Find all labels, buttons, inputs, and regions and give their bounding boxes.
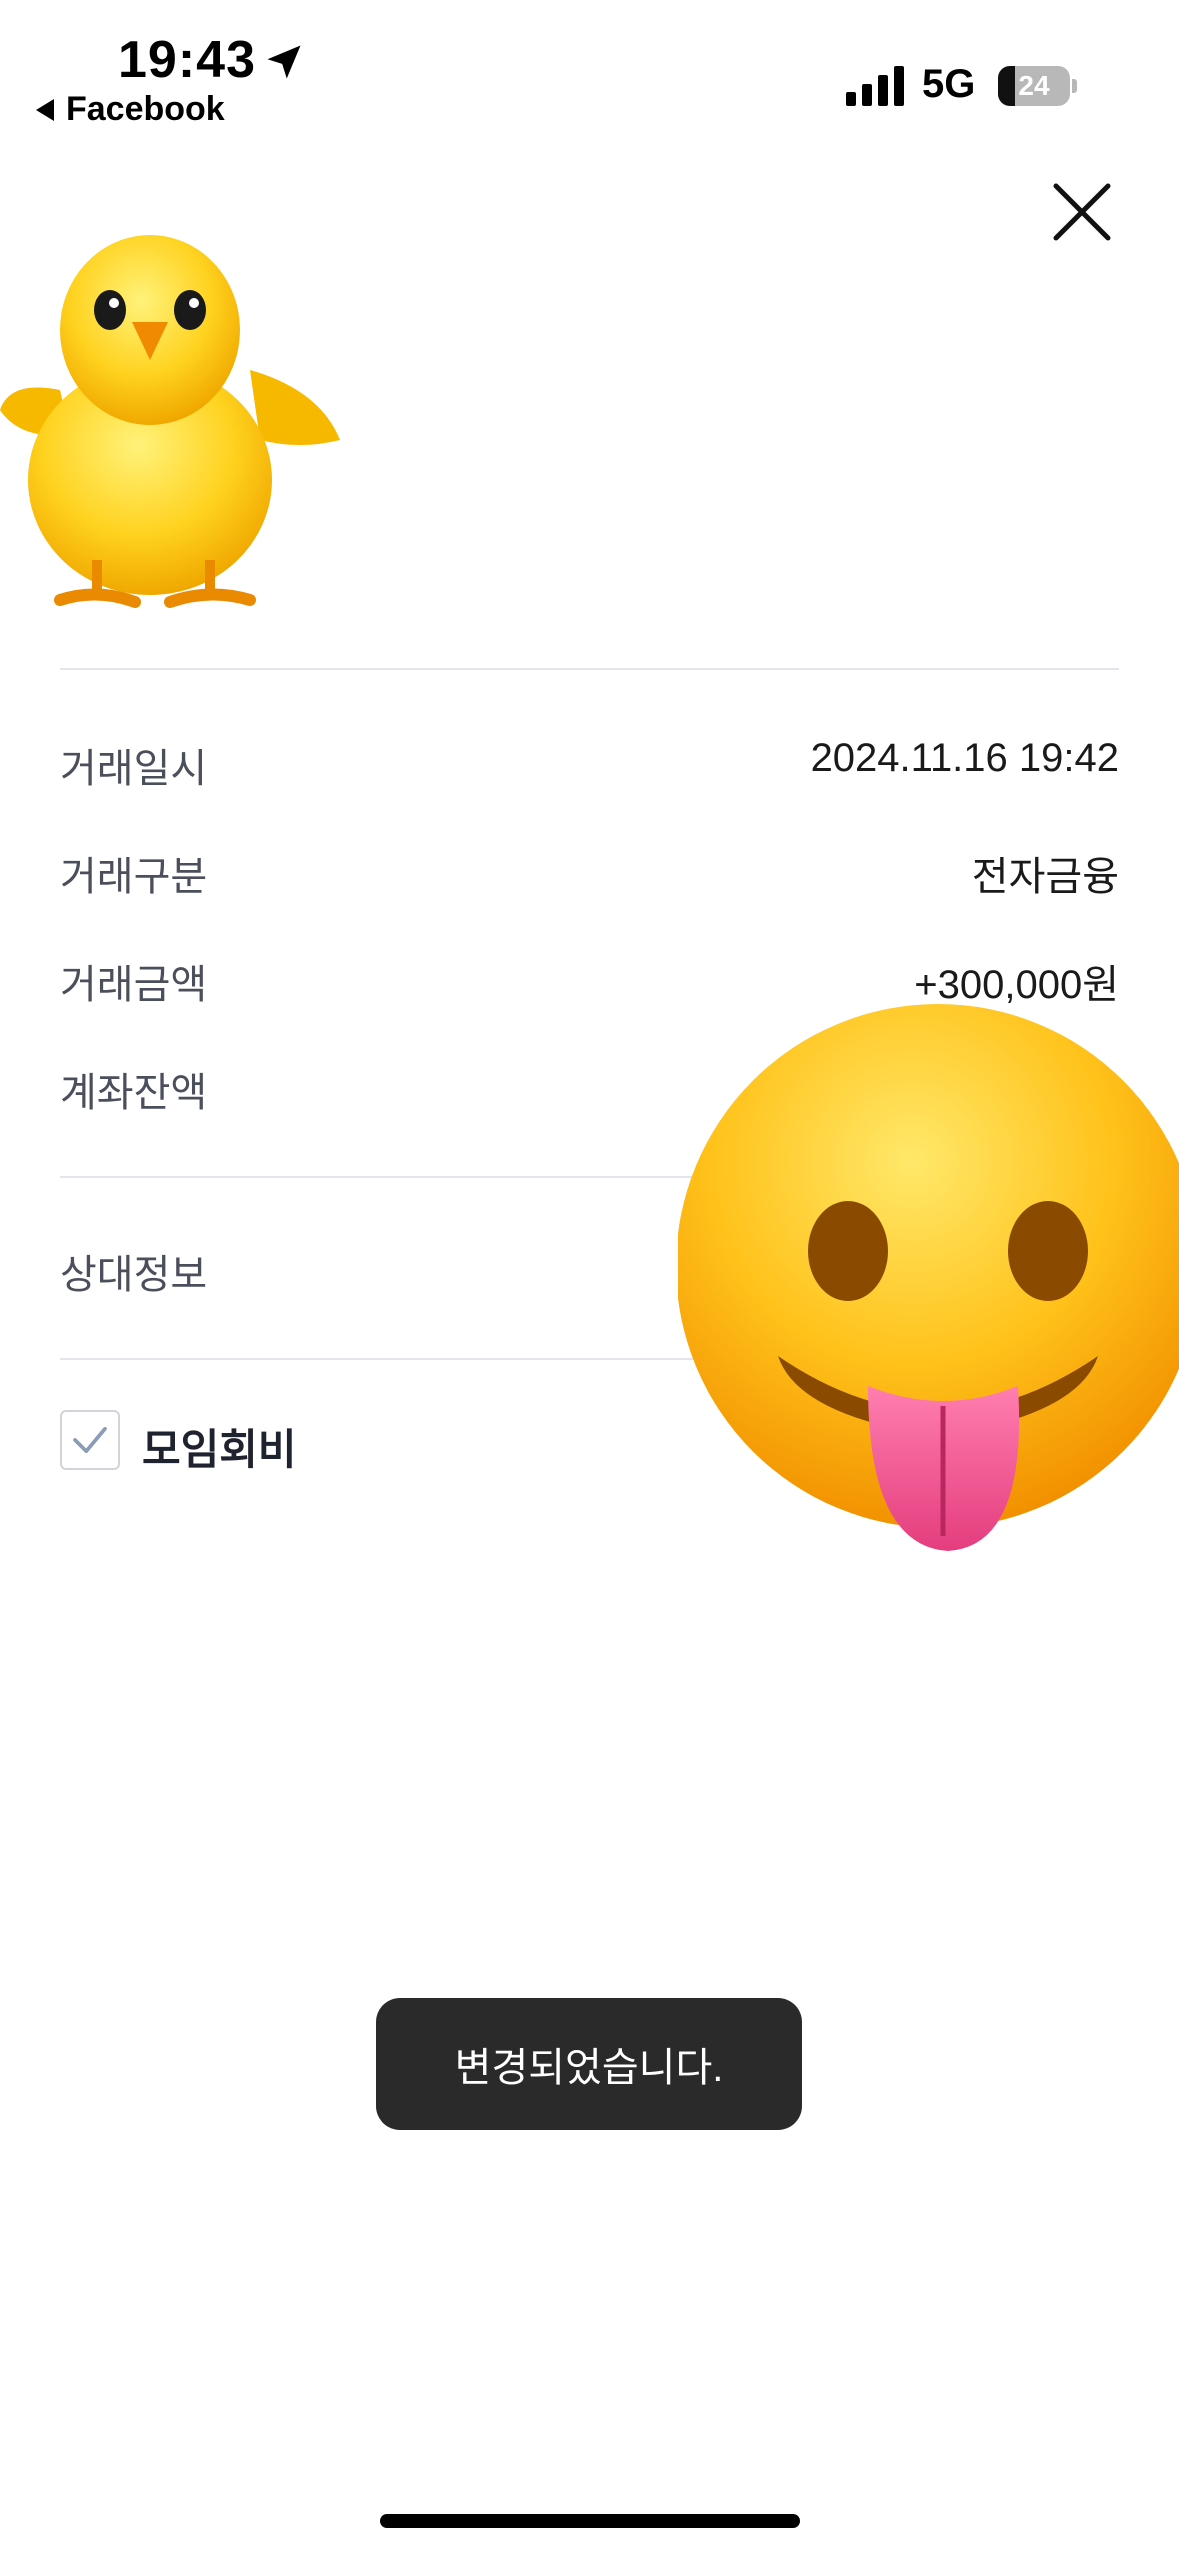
memo-label[interactable]: 모임회비: [142, 1416, 297, 1477]
row-label-amount: 거래금액: [60, 963, 208, 1007]
row-label-balance: 계좌잔액: [60, 1071, 208, 1115]
transaction-detail-screen: 19:43 Facebook 5G 24 거래일시 2024.11.16 19:…: [0, 0, 1179, 2556]
tongue-face-sticker: [678, 1004, 1179, 1551]
divider-top: [60, 668, 1119, 670]
network-type: 5G: [922, 62, 976, 106]
location-arrow-icon: [267, 45, 301, 79]
row-value-date: 2024.11.16 19:42: [810, 736, 1119, 780]
memo-checkbox[interactable]: [60, 1410, 120, 1470]
cellular-signal-icon: [846, 66, 904, 106]
check-icon: [73, 1426, 107, 1454]
row-value-type: 전자금융: [971, 855, 1119, 899]
battery-percent: 24: [1018, 70, 1050, 101]
chick-sticker: [0, 235, 340, 608]
row-label-date: 거래일시: [60, 747, 208, 791]
row-label-type: 거래구분: [60, 855, 208, 899]
status-time: 19:43: [118, 31, 256, 89]
back-to-app-link[interactable]: Facebook: [36, 90, 225, 129]
toast-message: 변경되었습니다.: [376, 1998, 802, 2130]
close-icon[interactable]: [1046, 176, 1118, 248]
back-triangle-icon: [36, 98, 54, 121]
back-app-label: Facebook: [66, 90, 225, 128]
battery-icon: 24: [998, 66, 1077, 106]
home-indicator: [380, 2514, 800, 2528]
counterparty-label: 상대정보: [60, 1253, 208, 1297]
